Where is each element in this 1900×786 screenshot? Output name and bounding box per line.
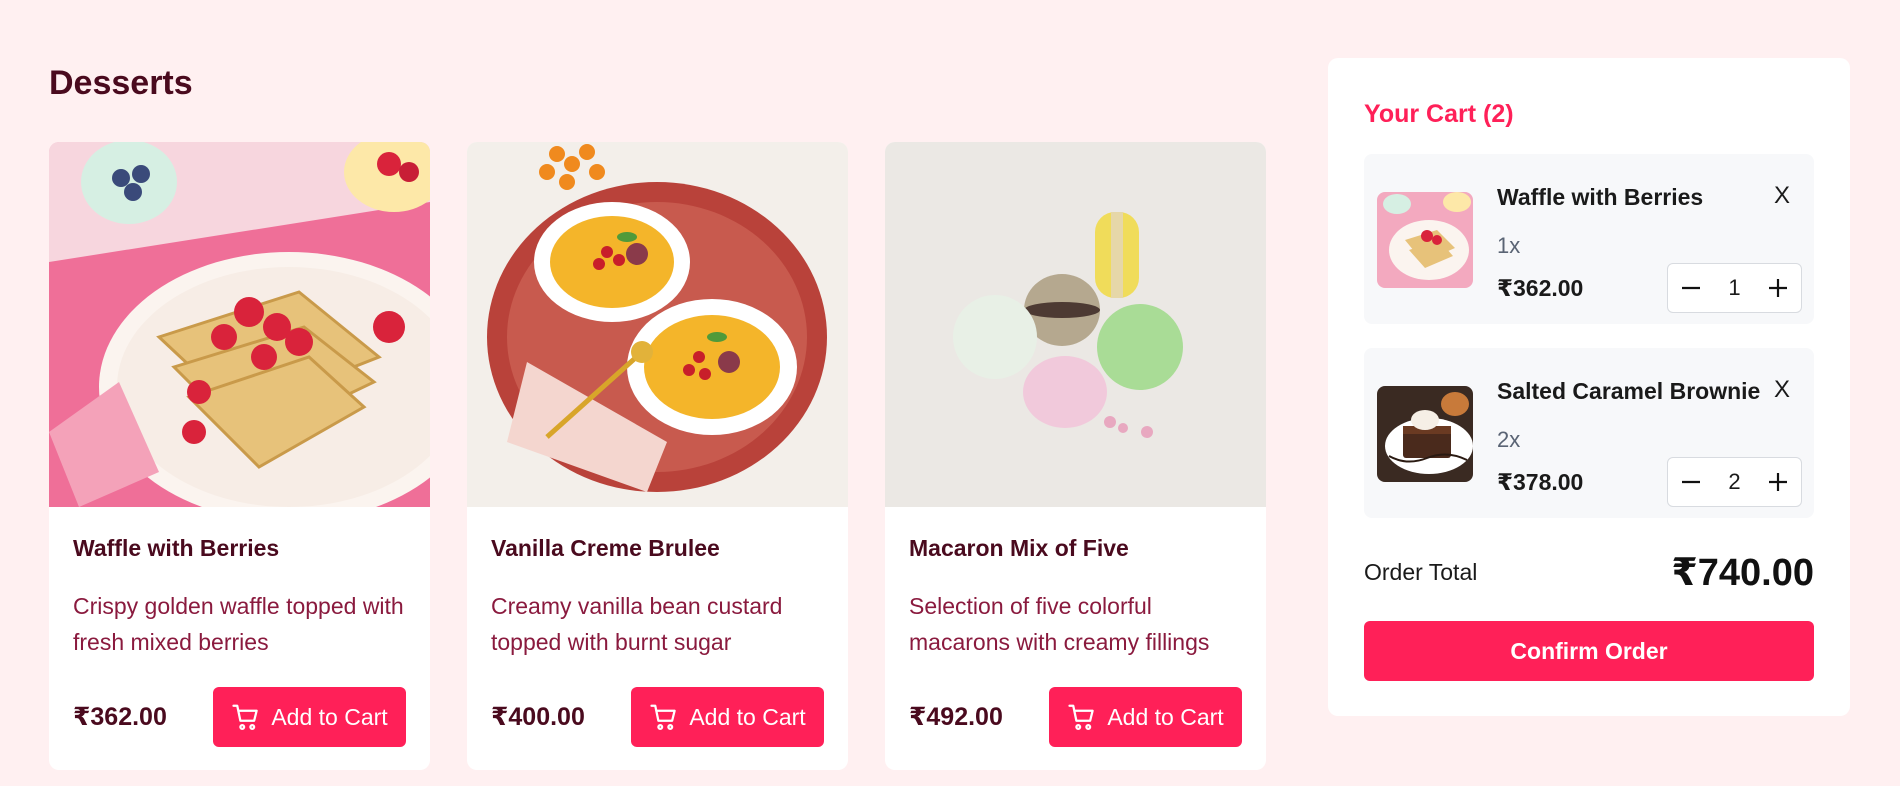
remove-item-button[interactable]: X bbox=[1774, 376, 1790, 404]
add-to-cart-label: Add to Cart bbox=[1107, 703, 1224, 730]
cart-panel: Your Cart (2) Waffle with Berries X 1x ₹… bbox=[1328, 58, 1850, 716]
add-to-cart-button[interactable]: Add to Cart bbox=[213, 687, 406, 747]
waffle-thumbnail bbox=[1377, 192, 1473, 288]
product-name: Waffle with Berries bbox=[73, 535, 280, 561]
product-price: ₹492.00 bbox=[909, 703, 1003, 731]
product-name: Macaron Mix of Five bbox=[909, 535, 1129, 561]
macaron-image bbox=[885, 142, 1266, 507]
cart-item: Salted Caramel Brownie X 2x ₹378.00 2 bbox=[1364, 348, 1814, 518]
add-to-cart-label: Add to Cart bbox=[271, 703, 388, 730]
order-total-label: Order Total bbox=[1364, 559, 1478, 585]
page-title: Desserts bbox=[49, 64, 193, 102]
product-card: Vanilla Creme Brulee Creamy vanilla bean… bbox=[467, 142, 848, 770]
quantity-value: 2 bbox=[1728, 469, 1741, 494]
order-total-value: ₹740.00 bbox=[1671, 552, 1814, 594]
cart-item-name: Salted Caramel Brownie bbox=[1497, 378, 1761, 404]
cart-icon bbox=[1068, 704, 1095, 730]
product-price: ₹400.00 bbox=[491, 703, 585, 731]
quantity-stepper: 2 bbox=[1667, 457, 1802, 507]
quantity-value: 1 bbox=[1728, 275, 1741, 300]
cart-icon bbox=[650, 704, 677, 730]
waffle-image bbox=[49, 142, 430, 507]
order-total-row: Order Total ₹740.00 bbox=[1364, 550, 1814, 595]
increment-button[interactable] bbox=[1765, 469, 1791, 495]
cart-item-price: ₹362.00 bbox=[1497, 275, 1584, 301]
minus-icon bbox=[1682, 286, 1700, 290]
brownie-thumbnail bbox=[1377, 386, 1473, 482]
plus-icon bbox=[1769, 473, 1787, 491]
product-description: Crispy golden waffle topped with fresh m… bbox=[73, 593, 404, 655]
quantity-stepper: 1 bbox=[1667, 263, 1802, 313]
cart-icon bbox=[232, 704, 259, 730]
increment-button[interactable] bbox=[1765, 275, 1791, 301]
add-to-cart-button[interactable]: Add to Cart bbox=[1049, 687, 1242, 747]
cart-item-price: ₹378.00 bbox=[1497, 469, 1584, 495]
creme-brulee-image bbox=[467, 142, 848, 507]
product-name: Vanilla Creme Brulee bbox=[491, 535, 720, 561]
add-to-cart-label: Add to Cart bbox=[689, 703, 806, 730]
minus-icon bbox=[1682, 480, 1700, 484]
page: Desserts Waffle with Berries Crispy gold… bbox=[0, 0, 1900, 786]
product-card: Waffle with Berries Crispy golden waffle… bbox=[49, 142, 430, 770]
add-to-cart-button[interactable]: Add to Cart bbox=[631, 687, 824, 747]
cart-item-qty-label: 2x bbox=[1497, 427, 1521, 452]
product-grid: Waffle with Berries Crispy golden waffle… bbox=[49, 142, 1266, 770]
product-card: Macaron Mix of Five Selection of five co… bbox=[885, 142, 1266, 770]
decrement-button[interactable] bbox=[1678, 275, 1704, 301]
product-price: ₹362.00 bbox=[73, 703, 167, 731]
cart-item-qty-label: 1x bbox=[1497, 233, 1521, 258]
confirm-order-button[interactable]: Confirm Order bbox=[1364, 621, 1814, 681]
cart-item: Waffle with Berries X 1x ₹362.00 1 bbox=[1364, 154, 1814, 324]
product-description: Selection of five colorful macarons with… bbox=[909, 593, 1210, 655]
cart-item-name: Waffle with Berries bbox=[1497, 184, 1704, 210]
plus-icon bbox=[1769, 279, 1787, 297]
cart-title: Your Cart (2) bbox=[1364, 100, 1514, 128]
decrement-button[interactable] bbox=[1678, 469, 1704, 495]
remove-item-button[interactable]: X bbox=[1774, 182, 1790, 210]
product-description: Creamy vanilla bean custard topped with … bbox=[491, 593, 783, 655]
